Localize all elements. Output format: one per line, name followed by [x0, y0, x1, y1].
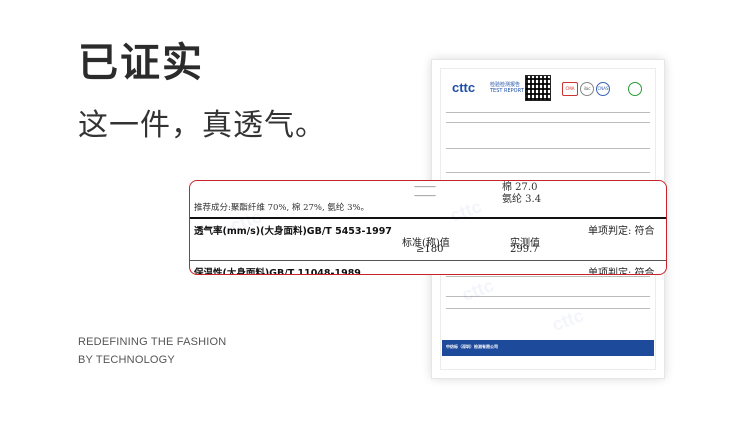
- english-tagline-line2: BY TECHNOLOGY: [78, 354, 175, 366]
- judgement-breathability: 单项判定: 符合: [588, 226, 655, 237]
- table-rule: [190, 217, 666, 219]
- qr-code-icon: [525, 75, 551, 101]
- document-footer: 中纺标（深圳）检测有限公司: [442, 340, 654, 356]
- logo-subtitle: 检验检测报告 TEST REPORT: [490, 82, 524, 94]
- headline: 已证实: [78, 40, 204, 86]
- dash-placeholder: ———: [414, 182, 436, 191]
- cttc-logo: cttc: [452, 80, 476, 95]
- seal-icon: [628, 82, 642, 96]
- doc-divider: [446, 112, 650, 113]
- watermark-icon: cttc: [447, 196, 485, 226]
- actual-value: 299.7: [510, 244, 539, 255]
- subline: 这一件，真透气。: [78, 108, 326, 143]
- dash-placeholder: ———: [414, 191, 436, 200]
- test-name-warmth: 保温性(大身面料)GB/T 11048-1989: [194, 268, 361, 275]
- english-tagline-line1: REDEFINING THE FASHION: [78, 336, 227, 348]
- cnas-badge-icon: CNAS: [596, 82, 610, 96]
- standard-value: ≥180: [416, 244, 444, 255]
- doc-divider: [446, 122, 650, 123]
- zoom-callout: cttc cttc ——— 棉 27.0 ——— 氨纶 3.4 推荐成分:聚酯纤…: [189, 180, 667, 275]
- logo-subtitle-en: TEST REPORT: [490, 88, 524, 94]
- table-rule: [190, 260, 666, 261]
- doc-divider: [446, 172, 650, 173]
- judgement-warmth: 单项判定: 符合: [588, 268, 655, 275]
- recommended-composition: 推荐成分:聚酯纤维 70%, 棉 27%, 氨纶 3%。: [194, 203, 370, 213]
- ilac-badge-icon: ilac: [580, 82, 594, 96]
- value-spandex: 氨纶 3.4: [502, 194, 542, 205]
- doc-divider: [446, 308, 650, 309]
- doc-divider: [446, 276, 650, 277]
- footer-org: 中纺标（深圳）检测有限公司: [446, 344, 498, 349]
- test-name-breathability: 透气率(mm/s)(大身面料)GB/T 5453-1997: [194, 226, 392, 237]
- cma-badge-icon: CMA: [562, 82, 578, 96]
- doc-divider: [446, 148, 650, 149]
